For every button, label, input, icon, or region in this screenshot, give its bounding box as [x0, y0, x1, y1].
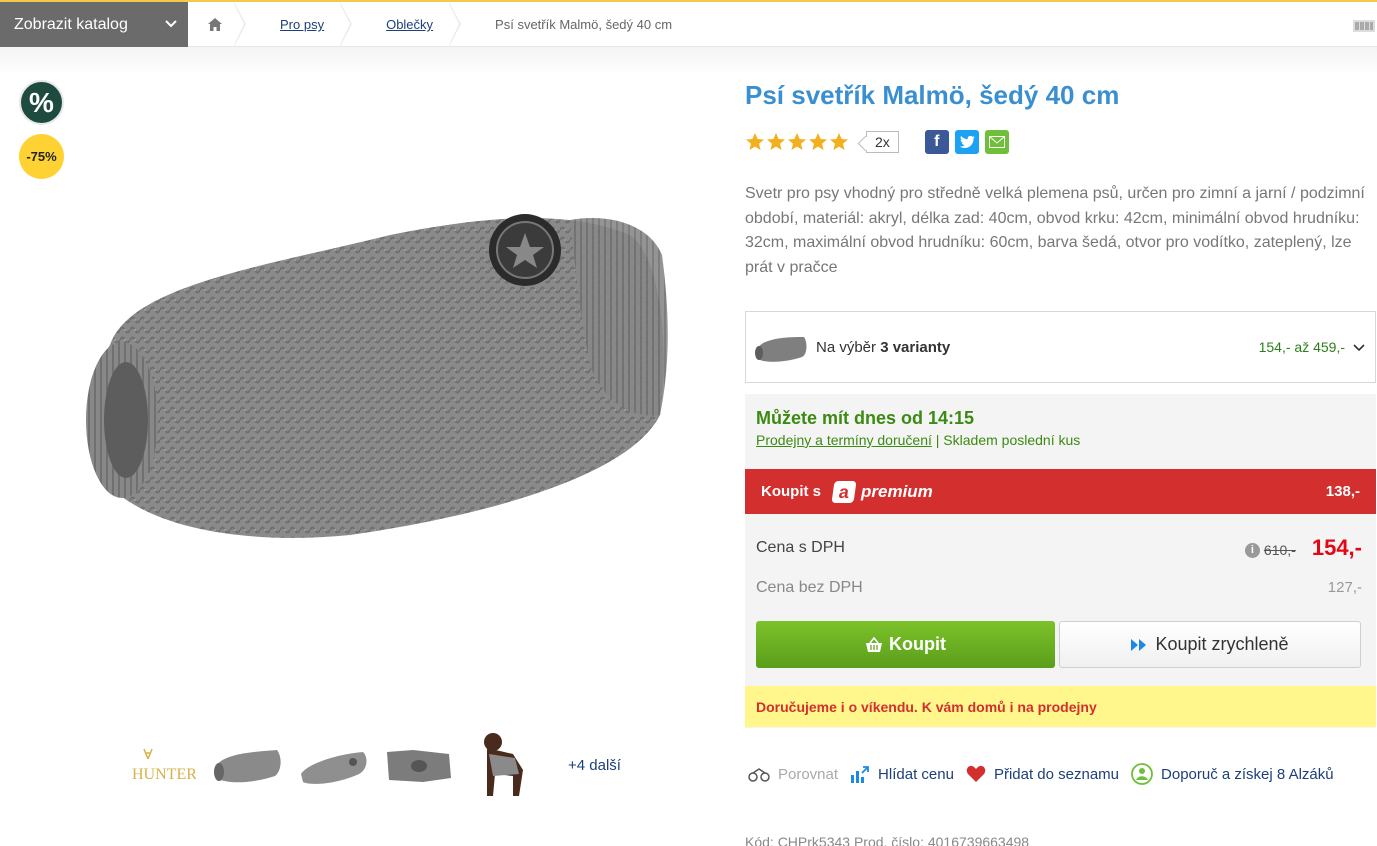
- product-actions: Porovnat Hlídat cenu Přidat do seznamu D…: [748, 763, 1346, 785]
- premium-price: 138,-: [1325, 483, 1360, 500]
- discount-badge: -75%: [19, 134, 64, 179]
- breadcrumb-item-pro-psy[interactable]: Pro psy: [246, 2, 353, 47]
- net-price: 127,-: [1327, 579, 1362, 596]
- rating-row: 2x f: [745, 130, 1009, 154]
- thumbnail-strip: HUNTER +4 další: [118, 725, 621, 805]
- old-price: 610,-: [1263, 542, 1296, 558]
- product-title: Psí svetřík Malmö, šedý 40 cm: [745, 80, 1120, 110]
- variant-thumbnail: [755, 337, 807, 362]
- star-icon: [746, 133, 764, 150]
- info-icon[interactable]: i: [1244, 542, 1260, 558]
- grid-icon[interactable]: [1353, 18, 1375, 34]
- star-icon: [809, 133, 827, 150]
- breadcrumb-link[interactable]: Pro psy: [280, 17, 324, 32]
- sweater-thumbnail: [214, 750, 281, 783]
- stores-delivery-link[interactable]: Prodejny a termíny doručení: [756, 432, 932, 448]
- email-icon[interactable]: [984, 130, 1009, 154]
- chevron-down-icon: [165, 20, 177, 28]
- watch-price-button[interactable]: Hlídat cenu: [850, 765, 954, 783]
- chart-watch-icon: [851, 766, 869, 783]
- product-codes: Kód: CHPrk5343 Prod. číslo: 401673966349…: [745, 834, 1030, 846]
- breadcrumb-home[interactable]: [188, 2, 246, 47]
- more-images-link[interactable]: +4 další: [568, 757, 621, 774]
- thumbnail-sweater-1[interactable]: [204, 727, 290, 803]
- svg-text:HUNTER: HUNTER: [132, 766, 196, 783]
- recommend-button[interactable]: Doporuč a získej 8 Alzáků: [1131, 763, 1334, 785]
- compare-button[interactable]: Porovnat: [748, 766, 838, 783]
- price-vat-label: Cena s DPH: [756, 539, 845, 556]
- hunter-logo: HUNTER: [132, 748, 196, 783]
- premium-label: Koupit s: [761, 483, 821, 500]
- sweater-thumbnail: [387, 750, 451, 782]
- facebook-icon[interactable]: f: [924, 130, 949, 154]
- variants-price-range: 154,- až 459,-: [1258, 339, 1345, 355]
- star-icon: [788, 133, 806, 150]
- review-count[interactable]: 2x: [866, 131, 899, 153]
- current-price: 154,-: [1311, 535, 1362, 560]
- breadcrumb: Pro psy Oblečky Psí svetřík Malmö, šedý …: [188, 2, 700, 47]
- availability-info: Prodejny a termíny doručení | Skladem po…: [756, 432, 1081, 448]
- sweater-thumbnail: [301, 752, 367, 784]
- twitter-icon[interactable]: [954, 130, 979, 154]
- fast-forward-icon: [1131, 638, 1147, 651]
- variants-label: Na výběr 3 varianty: [816, 338, 951, 356]
- heart-icon: [966, 765, 986, 782]
- scales-icon: [748, 768, 770, 782]
- price-with-vat-row: Cena s DPH i 610,- 154,-: [756, 535, 1362, 560]
- star-icon: [767, 133, 785, 150]
- thumbnail-sweater-2[interactable]: [290, 727, 376, 803]
- thumbnail-brand[interactable]: HUNTER: [118, 727, 204, 803]
- variants-selector[interactable]: Na výběr 3 varianty 154,- až 459,-: [745, 311, 1376, 383]
- buy-with-premium-button[interactable]: Koupit s a premium 138,-: [745, 469, 1376, 514]
- weekend-delivery-notice: Doručujeme i o víkendu. K vám domů i na …: [745, 686, 1376, 727]
- sale-percent-badge[interactable]: %: [19, 80, 64, 125]
- add-to-list-button[interactable]: Přidat do seznamu: [966, 765, 1119, 783]
- availability-title: Můžete mít dnes od 14:15: [756, 408, 975, 428]
- chevron-down-icon: [1353, 344, 1365, 352]
- stock-status: Skladem poslední kus: [943, 432, 1081, 448]
- purchase-box: Můžete mít dnes od 14:15 Prodejny a term…: [745, 394, 1376, 728]
- catalog-label: Zobrazit katalog: [14, 15, 128, 33]
- header-shadow: [0, 47, 1377, 75]
- rating-stars[interactable]: [745, 132, 850, 152]
- buy-button[interactable]: Koupit: [756, 621, 1055, 668]
- show-catalog-button[interactable]: Zobrazit katalog: [0, 2, 188, 47]
- home-icon: [208, 18, 222, 31]
- top-bar: Zobrazit katalog Pro psy Oblečky Psí sve…: [0, 0, 1377, 47]
- share-buttons: f: [924, 130, 1009, 154]
- thumbnail-sweater-3[interactable]: [376, 727, 462, 803]
- alza-premium-logo: a premium: [831, 480, 933, 503]
- price-without-vat-row: Cena bez DPH 127,-: [756, 579, 1362, 597]
- recommend-icon: [1131, 763, 1153, 785]
- buy-fast-button[interactable]: Koupit zrychleně: [1059, 621, 1361, 668]
- dog-in-sweater-thumbnail: [484, 733, 523, 796]
- price-net-label: Cena bez DPH: [756, 579, 863, 596]
- product-image[interactable]: [70, 195, 670, 555]
- product-description: Svetr pro psy vhodný pro středně velká p…: [745, 185, 1365, 276]
- thumbnail-dog[interactable]: [462, 727, 548, 803]
- breadcrumb-link[interactable]: Oblečky: [386, 17, 433, 32]
- basket-icon: [866, 636, 882, 652]
- breadcrumb-current: Psí svetřík Malmö, šedý 40 cm: [495, 17, 673, 32]
- star-icon: [830, 133, 848, 150]
- breadcrumb-item-oblecky[interactable]: Oblečky: [352, 2, 462, 47]
